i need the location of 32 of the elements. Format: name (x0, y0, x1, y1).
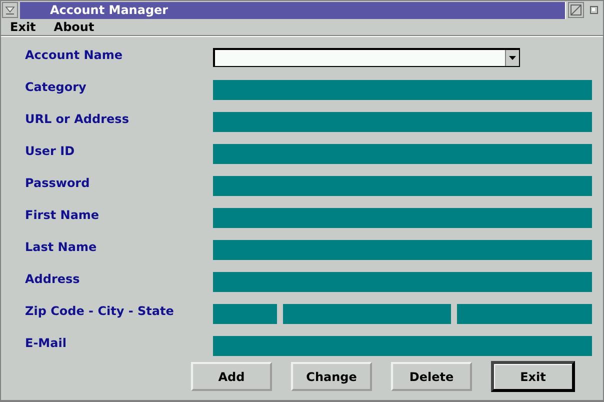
input-field[interactable] (213, 336, 592, 356)
action-button[interactable]: Delete (391, 362, 472, 391)
field-label: Last Name (25, 240, 98, 254)
maximize-icon[interactable] (568, 2, 584, 18)
menu-item[interactable]: Exit (10, 20, 36, 34)
field-label: Zip Code - City - State (25, 304, 175, 318)
input-field[interactable] (213, 112, 592, 132)
input-field[interactable] (213, 240, 592, 260)
input-field[interactable] (213, 144, 592, 164)
window-title: Account Manager (50, 3, 168, 17)
menu-item[interactable]: About (54, 20, 94, 34)
field-label: Password (25, 176, 91, 190)
field-label: Account Name (25, 48, 124, 62)
action-button[interactable]: Change (291, 362, 372, 391)
account-name-dropdown[interactable] (213, 48, 520, 67)
field-label: Address (25, 272, 81, 286)
city-field[interactable] (283, 304, 451, 324)
zip-field[interactable] (213, 304, 277, 324)
input-field[interactable] (213, 272, 592, 292)
state-field[interactable] (457, 304, 592, 324)
input-field[interactable] (213, 80, 592, 100)
caret-icon (509, 56, 516, 60)
input-field[interactable] (213, 208, 592, 228)
field-label: User ID (25, 144, 76, 158)
field-label: Category (25, 80, 88, 94)
input-field[interactable] (213, 176, 592, 196)
field-label: First Name (25, 208, 100, 222)
action-button[interactable]: Exit (491, 361, 575, 392)
window-menu-icon[interactable] (2, 2, 18, 18)
action-button[interactable]: Add (191, 362, 272, 391)
field-label: E-Mail (25, 336, 68, 350)
field-label: URL or Address (25, 112, 130, 126)
